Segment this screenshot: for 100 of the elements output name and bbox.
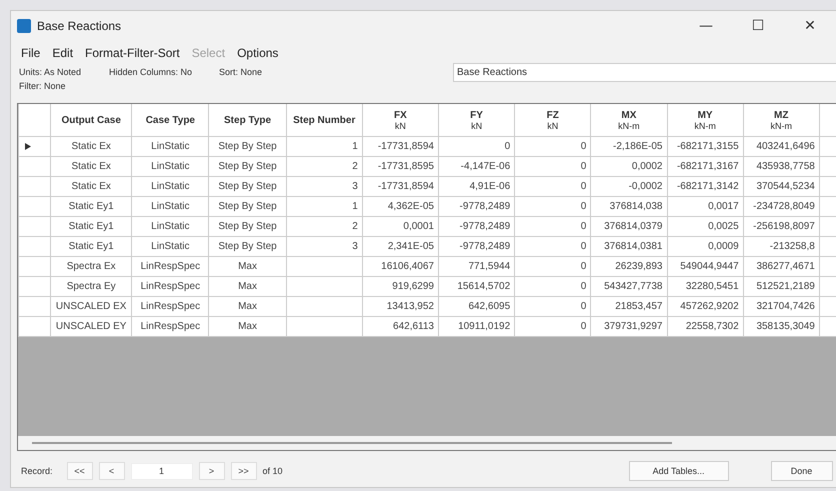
table-cell: 2 xyxy=(286,216,362,236)
filter-label: Filter: None xyxy=(19,81,66,91)
table-cell: Static Ey1 xyxy=(50,216,132,236)
table-cell: 21853,457 xyxy=(590,296,667,316)
table-cell: 358135,3049 xyxy=(743,316,820,336)
column-header[interactable]: Step Number xyxy=(286,104,362,136)
table-cell: -0,0002 xyxy=(590,176,667,196)
close-button[interactable]: ✕ xyxy=(787,12,833,40)
table-cell: 32280,5451 xyxy=(667,276,744,296)
column-header[interactable]: MZ kN-m xyxy=(743,104,820,136)
table-cell: LinStatic xyxy=(132,236,209,256)
column-header[interactable]: FZ kN xyxy=(514,104,591,136)
table-cell: 0 xyxy=(514,196,591,216)
table-cell: 0,0009 xyxy=(667,236,744,256)
table-cell: -17731,8594 xyxy=(362,136,438,156)
next-record-button[interactable]: > xyxy=(198,462,225,480)
table-cell: Step By Step xyxy=(208,216,286,236)
minimize-button[interactable]: — xyxy=(683,12,729,40)
table-cell: Static Ex xyxy=(50,156,132,176)
table-cell: 26239,893 xyxy=(590,256,667,276)
table-cell: 0,0002 xyxy=(590,156,667,176)
table-cell: LinStatic xyxy=(132,176,209,196)
table-cell: 435938,7758 xyxy=(743,156,820,176)
menu-item[interactable]: Edit xyxy=(52,46,74,60)
maximize-button[interactable]: ☐ xyxy=(735,12,781,40)
table-cell: 0,0025 xyxy=(667,216,744,236)
table-cell: Static Ex xyxy=(50,176,132,196)
table-cell: LinRespSpec xyxy=(132,296,209,316)
table-cell: Spectra Ex xyxy=(50,256,132,276)
table-cell: 16106,4067 xyxy=(362,256,438,276)
sort-label: Sort: None xyxy=(219,67,264,77)
column-header[interactable]: Case Type xyxy=(132,104,209,136)
table-cell: 321704,7426 xyxy=(743,296,820,316)
units-label: Units: As Noted xyxy=(19,67,82,77)
column-header[interactable]: FY kN xyxy=(438,104,515,136)
table-cell: 642,6113 xyxy=(362,316,438,336)
table-cell: -682171,3167 xyxy=(667,156,744,176)
table-cell: LinStatic xyxy=(132,216,209,236)
table-cell: -682171,3155 xyxy=(667,136,744,156)
first-record-button[interactable]: << xyxy=(66,462,93,480)
table-cell: 1 xyxy=(286,196,362,216)
done-button[interactable]: Done xyxy=(770,461,833,481)
table-cell: 403241,6496 xyxy=(743,136,820,156)
table-cell: 512521,2189 xyxy=(743,276,820,296)
table-cell: 370544,5234 xyxy=(743,176,820,196)
table-cell: 0 xyxy=(514,236,591,256)
previous-record-button[interactable]: < xyxy=(98,462,125,480)
table-cell: LinRespSpec xyxy=(132,316,209,336)
record-field[interactable]: 1 xyxy=(130,462,193,480)
table-cell: 4,362E-05 xyxy=(362,196,438,216)
table-cell: Step By Step xyxy=(208,156,286,176)
column-header[interactable]: MY kN-m xyxy=(667,104,744,136)
horizontal-scrollbar[interactable] xyxy=(32,442,672,444)
column-header[interactable]: MX kN-m xyxy=(590,104,667,136)
table-cell: -2,186E-05 xyxy=(590,136,667,156)
table-cell: 13413,952 xyxy=(362,296,438,316)
add-tables-button[interactable]: Add Tables... xyxy=(628,461,729,481)
table-cell: 22558,7302 xyxy=(667,316,744,336)
table-cell: 0 xyxy=(514,316,591,336)
menu-item[interactable]: Format-Filter-Sort xyxy=(85,46,180,60)
menu-item[interactable]: Options xyxy=(237,46,278,60)
table-cell: -256198,8097 xyxy=(743,216,820,236)
table-cell: Step By Step xyxy=(208,176,286,196)
column-header[interactable]: Step Type xyxy=(208,104,286,136)
table-cell: 0,0017 xyxy=(667,196,744,216)
record-label: Record: xyxy=(21,466,53,476)
table-cell: 15614,5702 xyxy=(438,276,515,296)
table-cell: -234728,8049 xyxy=(743,196,820,216)
hidden-columns-label: Hidden Columns: No xyxy=(109,67,194,77)
menu-item[interactable]: File xyxy=(21,46,40,60)
table-cell: 376814,0381 xyxy=(590,236,667,256)
last-record-button[interactable]: >> xyxy=(230,462,257,480)
table-cell: 0 xyxy=(438,136,515,156)
table-cell: -213258,8 xyxy=(743,236,820,256)
table-cell: 919,6299 xyxy=(362,276,438,296)
table-cell: -682171,3142 xyxy=(667,176,744,196)
table-cell: 379731,9297 xyxy=(590,316,667,336)
table-cell: Max xyxy=(208,296,286,316)
table-cell: 0 xyxy=(514,176,591,196)
table-cell: 0 xyxy=(514,156,591,176)
column-header[interactable]: FX kN xyxy=(362,104,438,136)
record-count: of 10 xyxy=(262,466,283,476)
table-cell: 0 xyxy=(514,216,591,236)
table-cell: 0 xyxy=(514,276,591,296)
table-cell: -17731,8595 xyxy=(362,156,438,176)
table-cell: 2 xyxy=(286,156,362,176)
table-cell: UNSCALED EY xyxy=(50,316,132,336)
table-cell: Max xyxy=(208,316,286,336)
table-cell: 2,341E-05 xyxy=(362,236,438,256)
table-name-field[interactable]: Base Reactions xyxy=(453,62,836,82)
table-cell: 4,91E-06 xyxy=(438,176,515,196)
table-cell: 0 xyxy=(514,256,591,276)
app-logo-icon xyxy=(17,19,31,33)
table-cell: -9778,2489 xyxy=(438,216,515,236)
column-header[interactable]: Output Case xyxy=(50,104,132,136)
table-cell: LinStatic xyxy=(132,156,209,176)
table-cell: 376814,0379 xyxy=(590,216,667,236)
table-cell: LinStatic xyxy=(132,196,209,216)
window-title: Base Reactions xyxy=(37,19,122,33)
table-cell: LinStatic xyxy=(132,136,209,156)
